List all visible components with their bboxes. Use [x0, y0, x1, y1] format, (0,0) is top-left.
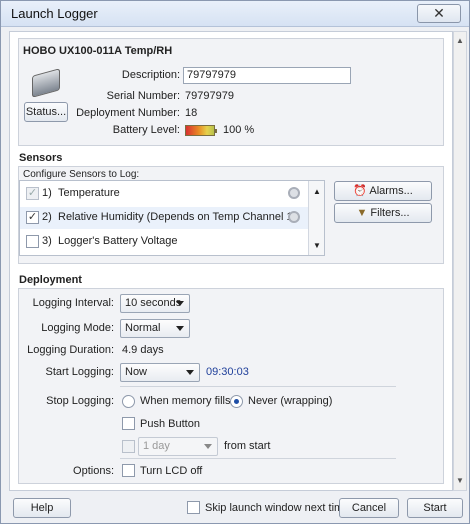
scroll-up-icon[interactable]: ▲: [313, 187, 321, 196]
sensor-name: Relative Humidity (Depends on Temp Chann…: [58, 211, 297, 223]
never-wrapping-radio[interactable]: [230, 395, 243, 408]
push-button-checkbox[interactable]: [122, 417, 135, 430]
status-button[interactable]: Status...: [24, 102, 68, 122]
turn-lcd-off-label: Turn LCD off: [140, 465, 203, 477]
turn-lcd-off-checkbox[interactable]: [122, 464, 135, 477]
push-button-label: Push Button: [140, 418, 200, 430]
chevron-down-icon: [176, 301, 184, 306]
device-group: HOBO UX100-011A Temp/RH Status... Descri…: [18, 38, 444, 146]
battery-level-label: Battery Level:: [112, 124, 180, 136]
start-logging-select[interactable]: Now: [120, 363, 200, 382]
logging-mode-value: Normal: [125, 322, 161, 334]
alarms-button-label: Alarms...: [369, 185, 413, 197]
start-logging-value: Now: [125, 366, 148, 378]
description-label: Description:: [121, 69, 180, 81]
alarms-button[interactable]: ⏰ Alarms...: [334, 181, 432, 201]
close-button[interactable]: ✕: [417, 4, 461, 23]
filters-button[interactable]: ▼ Filters...: [334, 203, 432, 223]
sensor-number: 1): [42, 187, 52, 199]
when-memory-fills-label: When memory fills: [140, 395, 231, 407]
start-logging-label: Start Logging:: [45, 366, 115, 378]
skip-launch-checkbox[interactable]: [187, 501, 200, 514]
start-time: 09:30:03: [206, 366, 249, 378]
dialog-scrollbar[interactable]: ▲ ▼: [453, 31, 467, 491]
deployment-number-value: 18: [185, 107, 198, 119]
chevron-down-icon: [176, 326, 184, 331]
sensors-title: Sensors: [19, 152, 63, 164]
description-input[interactable]: 79797979: [183, 67, 351, 84]
scroll-down-icon[interactable]: ▼: [456, 476, 464, 485]
separator: [120, 386, 396, 387]
duration-value: 1 day: [143, 440, 170, 452]
humidity-checkbox[interactable]: ✓: [26, 211, 39, 224]
configure-sensors-label: Configure Sensors to Log:: [23, 169, 140, 180]
device-model: HOBO UX100-011A Temp/RH: [23, 45, 173, 57]
sensor-list: ✓ 1) Temperature ✓ 2) Relative Humidity …: [19, 180, 325, 256]
logging-interval-label: Logging Interval:: [32, 297, 114, 309]
logging-duration-value: 4.9 days: [122, 344, 164, 356]
dialog-footer: Help Skip launch window next time Cancel…: [1, 495, 469, 523]
sensor-row-temperature[interactable]: ✓ 1) Temperature: [20, 183, 308, 205]
start-button[interactable]: Start: [407, 498, 463, 518]
when-memory-fills-radio[interactable]: [122, 395, 135, 408]
battery-icon: [185, 125, 217, 136]
chevron-down-icon: [204, 444, 212, 449]
temperature-checkbox[interactable]: ✓: [26, 187, 39, 200]
logger-device-icon: [32, 68, 60, 98]
scroll-down-icon[interactable]: ▼: [313, 241, 321, 250]
dialog-content: HOBO UX100-011A Temp/RH Status... Descri…: [9, 31, 453, 491]
from-start-label: from start: [224, 440, 271, 452]
battery-voltage-checkbox[interactable]: [26, 235, 39, 248]
alarm-clock-icon: ⏰: [353, 185, 367, 197]
sensor-name: Logger's Battery Voltage: [58, 235, 178, 247]
title-bar: Launch Logger ✕: [1, 1, 469, 27]
scroll-up-icon[interactable]: ▲: [456, 36, 464, 45]
alarm-clock-icon: [288, 187, 300, 199]
close-icon: ✕: [433, 5, 445, 21]
launch-logger-window: Launch Logger ✕ HOBO UX100-011A Temp/RH …: [0, 0, 470, 524]
stop-logging-label: Stop Logging:: [46, 395, 114, 407]
serial-number-label: Serial Number:: [106, 90, 180, 102]
sensor-number: 2): [42, 211, 52, 223]
funnel-icon: ▼: [356, 207, 368, 219]
serial-number-value: 79797979: [185, 90, 234, 102]
sensor-number: 3): [42, 235, 52, 247]
filters-button-label: Filters...: [370, 207, 410, 219]
separator: [120, 458, 396, 459]
chevron-down-icon: [186, 370, 194, 375]
logging-mode-label: Logging Mode:: [41, 322, 114, 334]
cancel-button[interactable]: Cancel: [339, 498, 399, 518]
options-label: Options:: [73, 465, 114, 477]
never-wrapping-label: Never (wrapping): [248, 395, 333, 407]
duration-select[interactable]: 1 day: [138, 437, 218, 456]
duration-checkbox[interactable]: [122, 440, 135, 453]
deployment-title: Deployment: [19, 274, 82, 286]
sensor-row-humidity[interactable]: ✓ 2) Relative Humidity (Depends on Temp …: [20, 207, 308, 229]
logging-interval-value: 10 seconds: [125, 297, 182, 309]
sensor-row-battery-voltage[interactable]: 3) Logger's Battery Voltage: [20, 231, 308, 253]
logging-duration-label: Logging Duration:: [27, 344, 114, 356]
sensor-list-scrollbar[interactable]: ▲ ▼: [308, 181, 324, 255]
sensor-name: Temperature: [58, 187, 120, 199]
help-button[interactable]: Help: [13, 498, 71, 518]
alarm-clock-icon: [288, 211, 300, 223]
window-title: Launch Logger: [11, 6, 98, 21]
battery-level-value: 100 %: [223, 124, 255, 136]
logging-interval-select[interactable]: 10 seconds: [120, 294, 190, 313]
logging-mode-select[interactable]: Normal: [120, 319, 190, 338]
deployment-number-label: Deployment Number:: [76, 107, 180, 119]
skip-launch-label: Skip launch window next time: [205, 502, 350, 514]
